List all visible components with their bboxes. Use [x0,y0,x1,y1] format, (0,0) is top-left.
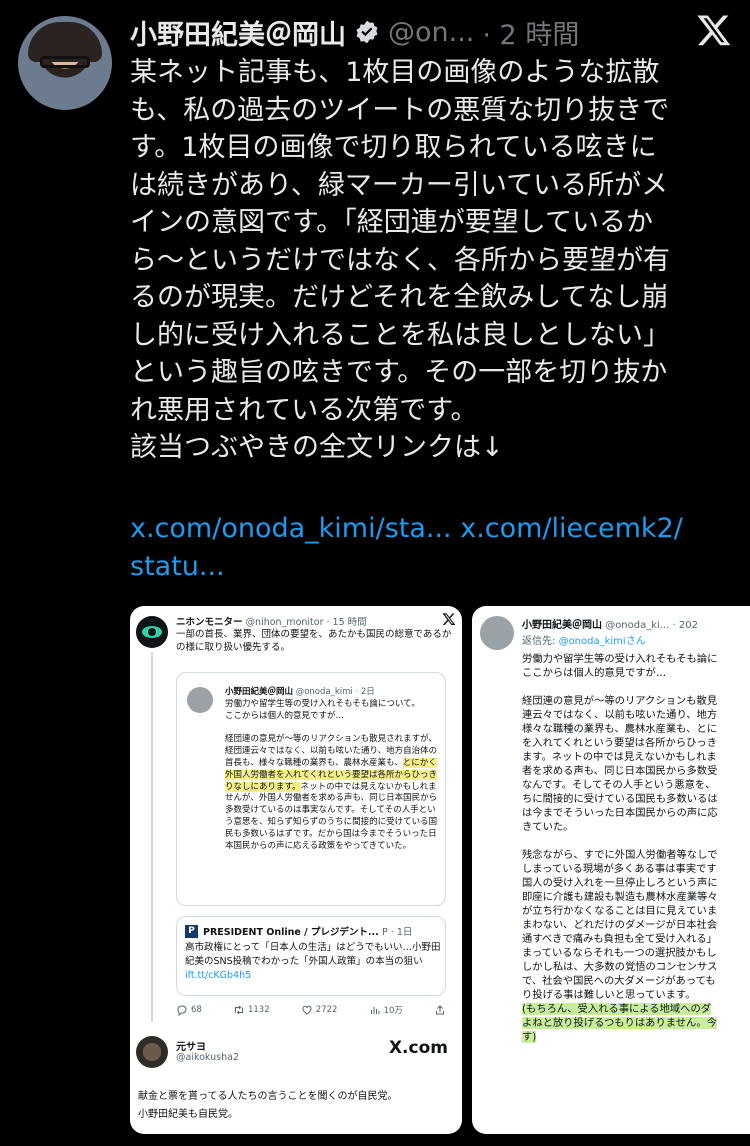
tweet-links: x.com/onoda_kimi/sta... x.com/liecemk2/ … [130,510,730,585]
views-icon [370,1007,380,1014]
president-logo-icon: P [185,925,198,938]
link-liecemk2-cont[interactable]: statu... [130,551,225,582]
highlight-green: (もちろん、受入れる事による地域へのダ よねと放り投げるつもりはありません。今 … [522,1003,717,1043]
quoted-text: 労働力や留学生等の受け入れそもそも論について。 ここからは個人的意見ですが… 経… [225,699,438,851]
image2-text: 労働力や留学生等の受け入れそもそも論に ここからは個人的意見ですが… 経団連の意… [522,653,718,1043]
verified-badge-icon [356,20,378,44]
embedded-actions: 68 1132 2722 10万 [176,1004,446,1016]
quoted-avatar [187,687,213,713]
tweet-media: ニホンモニター @nihon_monitor · 15 時間 一部の首長、業界、… [130,606,750,1134]
xcom-brand: X.com [388,1038,448,1058]
link-card-source: PRESIDENT Online / プレジデント... P · 1日 [203,927,413,938]
reply-avatar [136,1036,168,1068]
like-icon [302,1005,312,1015]
nihon-monitor-avatar [136,616,168,648]
link-card: P PRESIDENT Online / プレジデント... P · 1日 高市… [176,916,446,996]
avatar[interactable] [18,16,112,110]
like-count: 2722 [301,1004,337,1016]
media-image-2[interactable]: 小野田紀美＠岡山 @onoda_ki... · 202 返信先: @onoda_… [472,606,750,1134]
share-button [434,1004,446,1016]
tweet-text: 某ネット記事も、1枚目の画像のような拡散 も、私の過去のツイートの悪質な切り抜き… [130,57,670,463]
quoted-tweet: 小野田紀美＠岡山 @onoda_kimi · 2日 労働力や留学生等の受け入れそ… [176,672,446,906]
embedded-tweet-text: 一部の首長、業界、団体の要望を、あたかも国民の総意であるかの様に取り扱い優先する… [176,629,452,653]
thread-line [151,652,153,1022]
quoted-header: 小野田紀美＠岡山 @onoda_kimi · 2日 [225,687,375,697]
onoda-avatar [480,616,514,650]
retweet-icon [234,1005,243,1015]
share-icon [436,1005,444,1015]
media-image-1[interactable]: ニホンモニター @nihon_monitor · 15 時間 一部の首長、業界、… [130,606,462,1134]
reply-count: 68 [176,1004,202,1016]
tweet-time[interactable]: · 2 時間 [482,13,579,52]
reply-icon [177,1005,187,1016]
avatar-glasses [40,56,90,68]
reply-text: 献金と票を貰ってる人たちの言うことを聞くのが自民党。 小野田紀美も自民党。 [138,1091,398,1120]
link-liecemk2[interactable]: x.com/liecemk2/ [460,513,683,544]
retweet-count: 1132 [233,1004,270,1016]
author-name[interactable]: 小野田紀美＠岡山 [130,13,346,52]
link-onoda[interactable]: x.com/onoda_kimi/sta... [130,513,452,544]
reply-handle: @aikokusha2 [176,1052,240,1063]
reply-name: 元サヨ [176,1042,206,1053]
image2-header: 小野田紀美＠岡山 @onoda_ki... · 202 [522,620,698,631]
image2-reply-to: 返信先: @onoda_kimiさん [522,636,646,647]
embedded-tweet-header: ニホンモニター @nihon_monitor · 15 時間 [176,617,367,628]
x-logo-icon [442,613,456,625]
author-handle[interactable]: @on... [388,17,474,48]
tweet-header: 小野田紀美＠岡山 @on... · 2 時間 [130,12,579,52]
link-card-text: 高市政権にとって「日本人の生活」はどうでもいい…小野田紀美のSNS投稿でわかった… [185,942,441,981]
x-logo-icon[interactable] [696,12,732,48]
views-count: 10万 [369,1004,403,1016]
